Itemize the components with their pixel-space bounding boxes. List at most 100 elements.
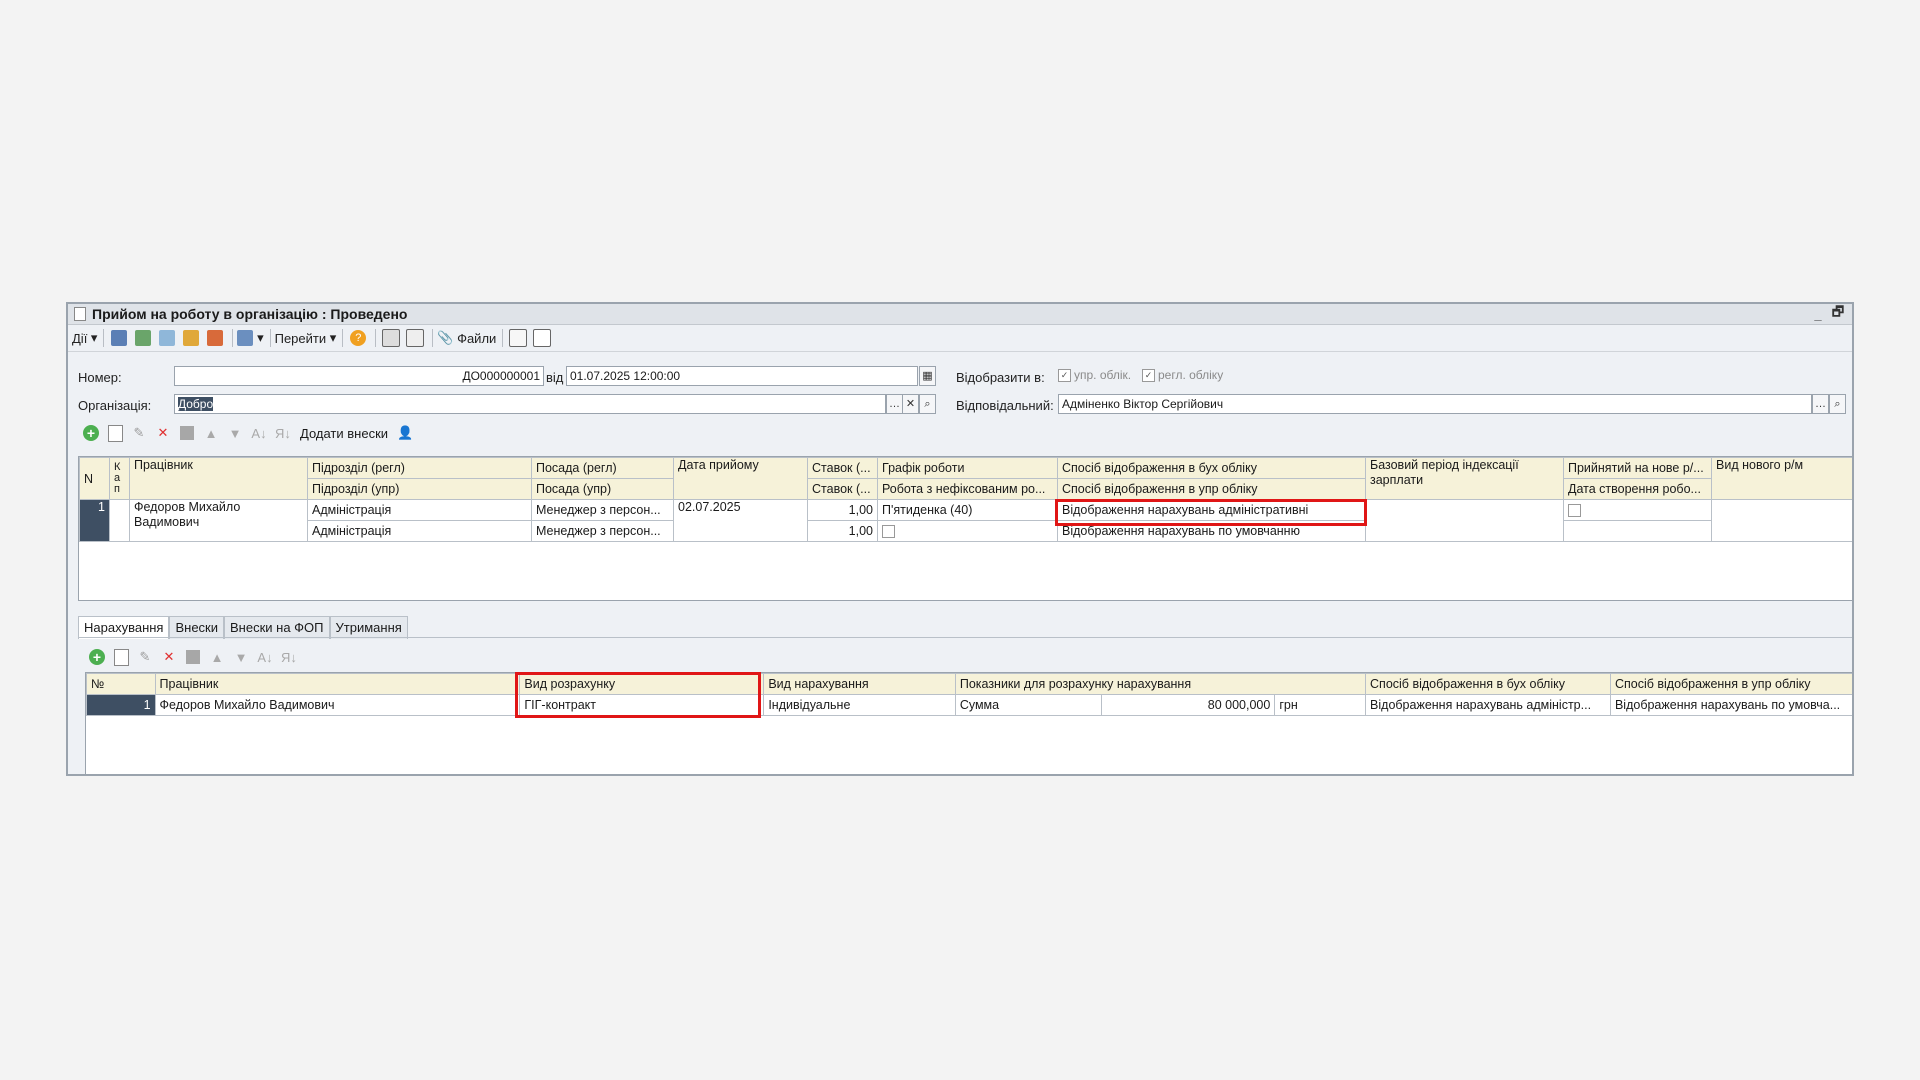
copy-row-icon[interactable]	[112, 648, 130, 666]
organization-field[interactable]: Добро	[174, 394, 886, 414]
table-row[interactable]: 1 Федоров Михайло Вадимович Адміністраці…	[79, 499, 1852, 542]
acc-bux-cell[interactable]: Відображення нарахувань адміністративні	[1057, 499, 1366, 521]
delete-icon[interactable]: ✕	[154, 424, 172, 442]
schedule-cell[interactable]: П'ятиденка (40)	[877, 499, 1058, 521]
col-header-base-period[interactable]: Базовий період індексації зарплати	[1365, 457, 1564, 500]
rate-upr-cell[interactable]: 1,00	[807, 520, 878, 542]
pos-regl-cell[interactable]: Менеджер з персон...	[531, 499, 674, 521]
col-header-employee[interactable]: Працівник	[154, 673, 521, 695]
report-icon[interactable]	[531, 328, 553, 348]
minimize-button[interactable]: _	[1810, 307, 1826, 322]
sort-desc-icon[interactable]: Я↓	[274, 424, 292, 442]
new-workplace-checkbox[interactable]	[1563, 499, 1712, 521]
structure-icon[interactable]	[380, 328, 402, 348]
responsible-search-icon[interactable]: ⌕	[1829, 394, 1846, 414]
copy-icon[interactable]	[156, 328, 178, 348]
calc-type-cell[interactable]: ГІГ-контракт	[519, 694, 765, 716]
col-header-dept-regl[interactable]: Підрозділ (регл)	[307, 457, 532, 479]
clear-icon[interactable]: ✕	[902, 394, 919, 414]
amount-cell[interactable]: 80 000,000	[1100, 694, 1276, 716]
preview-icon[interactable]	[507, 328, 529, 348]
col-header-indicators[interactable]: Показники для розрахунку нарахування	[954, 673, 1367, 695]
acc-upr-cell[interactable]: Відображення нарахувань по умовча...	[1609, 694, 1852, 716]
col-header-new-workplace[interactable]: Прийнятий на нове р/...	[1563, 457, 1712, 479]
col-header-no[interactable]: №	[86, 673, 156, 695]
save-icon[interactable]	[132, 328, 154, 348]
table-row[interactable]: Адміністрація Менеджер з персон... 1,00 …	[80, 520, 1853, 542]
edit-icon[interactable]: ✎	[130, 424, 148, 442]
employees-table[interactable]: N К а п Працівник Підрозділ (регл) Посад…	[78, 456, 1853, 601]
tab-accruals[interactable]: Нарахування	[78, 616, 170, 639]
col-header-calc-type[interactable]: Вид розрахунку	[519, 673, 765, 695]
col-header-acc-bux[interactable]: Спосіб відображення в бух обліку	[1057, 457, 1366, 479]
create-based-on-icon[interactable]: ▾	[237, 328, 264, 348]
help-icon[interactable]: ?	[347, 328, 369, 348]
person-icon[interactable]: 👤	[396, 424, 414, 442]
accrual-type-cell[interactable]: Індивідуальне	[763, 694, 956, 716]
col-header-rate-upr[interactable]: Ставок (...	[807, 478, 878, 500]
add-contributions-button[interactable]: Додати внески	[300, 426, 388, 441]
add-row-icon[interactable]: +	[88, 648, 106, 666]
unpost-icon[interactable]	[204, 328, 226, 348]
open-search-icon[interactable]: ⌕	[919, 394, 936, 414]
tab-fop-contributions[interactable]: Внески на ФОП	[224, 616, 330, 639]
post-and-close-icon[interactable]	[108, 328, 130, 348]
restore-button[interactable]: 🗗	[1830, 304, 1846, 325]
end-edit-icon[interactable]	[184, 648, 202, 666]
col-header-accrual-type[interactable]: Вид нарахування	[763, 673, 956, 695]
employee-cell[interactable]: Федоров Михайло Вадимович	[129, 499, 308, 542]
tab-contributions[interactable]: Внески	[169, 616, 224, 639]
regl-checkbox[interactable]: ✓ регл. обліку	[1142, 368, 1223, 383]
pos-upr-cell[interactable]: Менеджер з персон...	[531, 520, 674, 542]
tab-deductions[interactable]: Утримання	[329, 616, 408, 639]
calendar-icon[interactable]: ▦	[919, 366, 936, 386]
col-header-workplace-type[interactable]: Вид нового р/м	[1711, 457, 1852, 500]
post-icon[interactable]	[180, 328, 202, 348]
move-up-icon[interactable]: ▲	[208, 648, 226, 666]
col-header-dept-upr[interactable]: Підрозділ (упр)	[307, 478, 532, 500]
responsible-select-button[interactable]: …	[1812, 394, 1829, 414]
col-header-rate[interactable]: Ставок (...	[807, 457, 878, 479]
indicator-cell[interactable]: Сумма	[954, 694, 1102, 716]
col-header-pos-regl[interactable]: Посада (регл)	[531, 457, 674, 479]
sort-asc-icon[interactable]: A↓	[250, 424, 268, 442]
goto-menu[interactable]: Перейти ▾	[275, 328, 337, 348]
responsible-field[interactable]: Адміненко Віктор Сергійович	[1058, 394, 1812, 414]
employee-cell[interactable]: Федоров Михайло Вадимович	[154, 694, 521, 716]
col-header-pos-upr[interactable]: Посада (упр)	[531, 478, 674, 500]
dept-upr-cell[interactable]: Адміністрація	[307, 520, 532, 542]
hire-date-cell[interactable]: 02.07.2025	[673, 499, 808, 542]
rate-regl-cell[interactable]: 1,00	[807, 499, 878, 521]
dept-regl-cell[interactable]: Адміністрація	[307, 499, 532, 521]
col-header-acc-upr[interactable]: Спосіб відображення в упр обліку	[1057, 478, 1366, 500]
col-header-acc-upr[interactable]: Спосіб відображення в упр обліку	[1609, 673, 1852, 695]
date-field[interactable]: 01.07.2025 12:00:00	[566, 366, 918, 386]
number-field[interactable]: ДО000000001	[174, 366, 544, 386]
acc-upr-cell[interactable]: Відображення нарахувань по умовчанню	[1057, 520, 1366, 542]
move-down-icon[interactable]: ▼	[226, 424, 244, 442]
move-down-icon[interactable]: ▼	[232, 648, 250, 666]
currency-cell[interactable]: грн	[1274, 694, 1367, 716]
actions-menu[interactable]: Дії ▾	[72, 328, 97, 348]
files-button[interactable]: 📎 Файли	[437, 328, 496, 348]
col-header-k[interactable]: К а п	[109, 457, 130, 500]
move-up-icon[interactable]: ▲	[202, 424, 220, 442]
delete-icon[interactable]: ✕	[160, 648, 178, 666]
col-header-schedule[interactable]: Графік роботи	[877, 457, 1058, 479]
col-header-nonfixed-work[interactable]: Робота з нефіксованим ро...	[877, 478, 1058, 500]
sort-asc-icon[interactable]: A↓	[256, 648, 274, 666]
select-ellipsis-button[interactable]: …	[886, 394, 903, 414]
edit-icon[interactable]: ✎	[136, 648, 154, 666]
table-row[interactable]: 1 Федоров Михайло Вадимович ГІГ-контракт…	[86, 694, 1852, 716]
copy-row-icon[interactable]	[106, 424, 124, 442]
col-header-hire-date[interactable]: Дата прийому	[673, 457, 808, 500]
upr-checkbox[interactable]: ✓ упр. облік.	[1058, 368, 1131, 383]
nonfixed-work-checkbox[interactable]	[877, 520, 1058, 542]
accruals-table[interactable]: № Працівник Вид розрахунку Вид нарахуван…	[85, 672, 1852, 774]
end-edit-icon[interactable]	[178, 424, 196, 442]
sort-desc-icon[interactable]: Я↓	[280, 648, 298, 666]
hierarchy-icon[interactable]	[404, 328, 426, 348]
col-header-acc-bux[interactable]: Спосіб відображення в бух обліку	[1365, 673, 1611, 695]
col-header-employee[interactable]: Працівник	[129, 457, 308, 500]
col-header-creation-date[interactable]: Дата створення робо...	[1563, 478, 1712, 500]
